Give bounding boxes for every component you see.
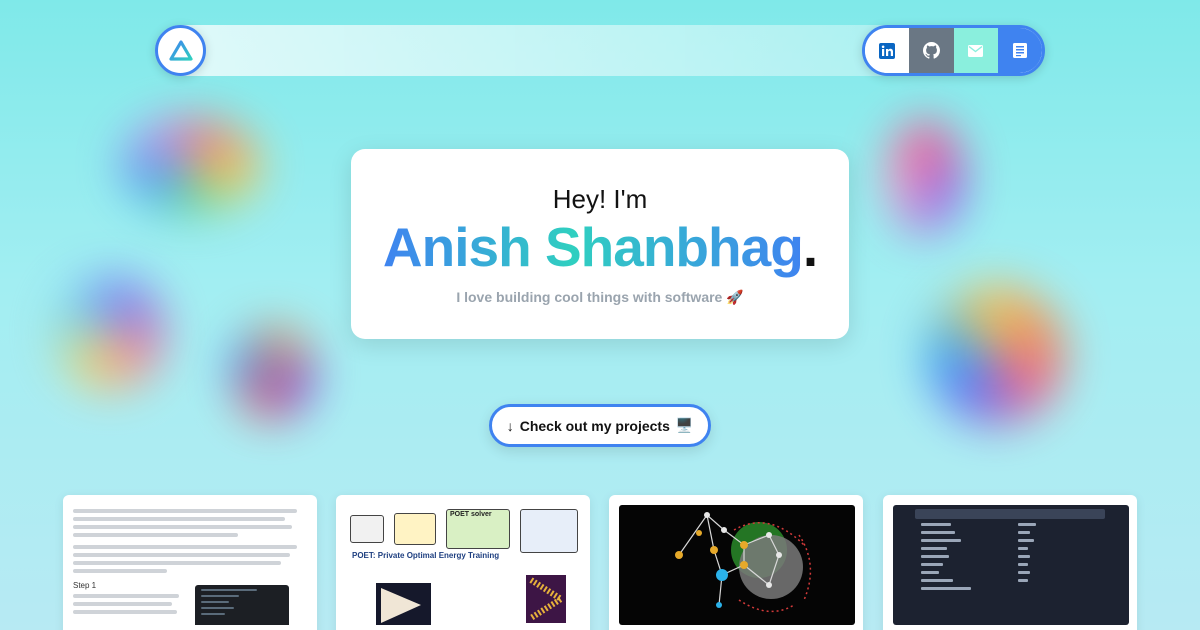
project-card-graph[interactable] [609, 495, 863, 630]
greeting-text: Hey! I'm [552, 184, 648, 214]
project-thumbnail [619, 505, 855, 625]
email-link[interactable] [953, 28, 998, 73]
home-logo-button[interactable] [155, 25, 206, 76]
decor-blob [885, 120, 965, 235]
project-card-terminal[interactable] [883, 495, 1137, 630]
mail-icon [968, 44, 984, 57]
social-links [862, 25, 1045, 76]
document-icon [1012, 43, 1027, 58]
project-thumbnail: POET solver POET: Private Optimal Energy… [346, 505, 582, 625]
github-icon [922, 42, 940, 59]
linkedin-link[interactable] [865, 28, 910, 73]
solver-label: POET solver [450, 511, 492, 518]
decor-blob [120, 118, 260, 213]
hero-name: Anish Shanbhag. [351, 215, 849, 279]
cta-label: Check out my projects [519, 417, 670, 434]
blog-link[interactable] [997, 28, 1042, 73]
computer-icon: 🖥️ [675, 417, 694, 433]
triangle-logo-icon [168, 39, 193, 61]
check-projects-button[interactable]: ↓ Check out my projects 🖥️ [489, 404, 711, 447]
tagline-text: I love building cool things with softwar… [456, 289, 744, 305]
decor-blob [925, 285, 1065, 425]
project-card-poet[interactable]: POET solver POET: Private Optimal Energy… [336, 495, 590, 630]
github-link[interactable] [909, 28, 954, 73]
paper-title: POET: Private Optimal Energy Training [352, 551, 500, 560]
decor-blob [230, 325, 315, 420]
name-text: Anish Shanbhag [382, 216, 804, 278]
project-card-blog[interactable]: Step 1 [63, 495, 317, 630]
arrow-down-icon: ↓ [506, 417, 514, 434]
hero-card: Hey! I'm Anish Shanbhag. I love building… [351, 149, 849, 339]
decor-blob [55, 275, 165, 390]
project-thumbnail: Step 1 [73, 505, 309, 625]
linkedin-icon [879, 42, 896, 59]
project-thumbnail [893, 505, 1129, 625]
code-block [195, 585, 289, 625]
name-dot: . [802, 216, 818, 278]
